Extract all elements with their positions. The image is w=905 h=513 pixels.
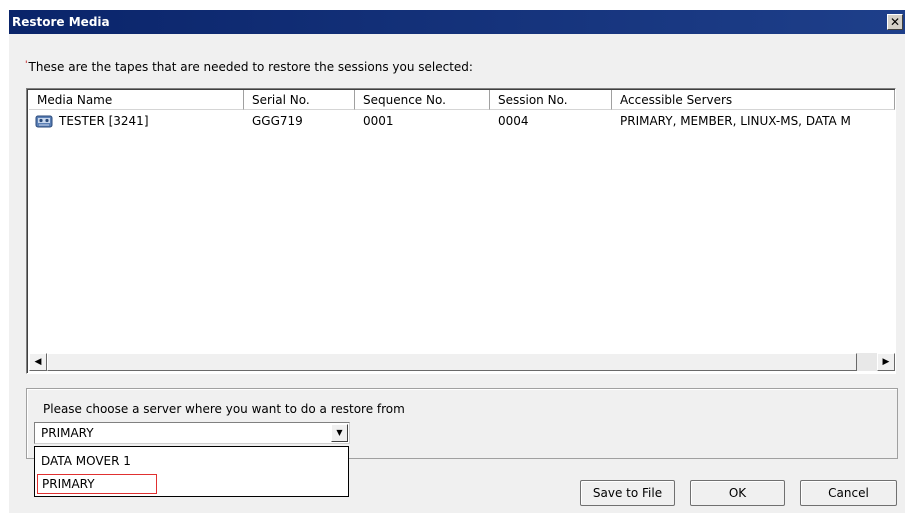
column-header-session-no[interactable]: Session No. — [490, 90, 612, 110]
chevron-down-icon[interactable]: ▼ — [331, 424, 348, 442]
scroll-right-icon[interactable]: ▶ — [877, 353, 895, 371]
intro-label: These are the tapes that are needed to r… — [28, 60, 473, 74]
table-row[interactable]: TESTER [3241] GGG719 0001 0004 PRIMARY, … — [29, 112, 895, 130]
server-group-label: Please choose a server where you want to… — [43, 402, 405, 416]
scroll-thumb[interactable] — [47, 353, 857, 371]
ok-button[interactable]: OK — [690, 480, 785, 506]
cancel-button[interactable]: Cancel — [800, 480, 897, 506]
save-to-file-label: Save to File — [592, 486, 663, 500]
media-list[interactable]: Media Name Serial No. Sequence No. Sessi… — [26, 88, 896, 374]
cancel-label: Cancel — [828, 486, 869, 500]
server-select[interactable]: PRIMARY ▼ — [34, 422, 350, 444]
top-strip — [0, 0, 905, 10]
horizontal-scrollbar[interactable]: ◀ ▶ — [29, 353, 895, 371]
column-header-accessible-servers[interactable]: Accessible Servers — [612, 90, 895, 110]
intro-text: 'These are the tapes that are needed to … — [25, 60, 473, 74]
server-dropdown-list[interactable]: DATA MOVER 1 PRIMARY — [34, 446, 349, 497]
scroll-left-icon[interactable]: ◀ — [29, 353, 47, 371]
ok-label: OK — [728, 486, 747, 500]
column-header-media-name[interactable]: Media Name — [29, 90, 244, 110]
column-header-sequence-no[interactable]: Sequence No. — [355, 90, 490, 110]
save-to-file-button[interactable]: Save to File — [580, 480, 675, 506]
list-header: Media Name Serial No. Sequence No. Sessi… — [29, 90, 895, 110]
column-header-serial-no[interactable]: Serial No. — [244, 90, 355, 110]
cell-sequence-no: 0001 — [363, 114, 394, 128]
cell-session-no: 0004 — [498, 114, 529, 128]
title-bar[interactable]: Restore Media ✕ — [9, 10, 905, 34]
cell-media-name: TESTER [3241] — [59, 114, 149, 128]
server-select-value: PRIMARY — [41, 426, 94, 440]
cell-accessible-servers: PRIMARY, MEMBER, LINUX-MS, DATA M — [620, 114, 851, 128]
server-option-data-mover-1[interactable]: DATA MOVER 1 — [37, 451, 131, 471]
cell-serial-no: GGG719 — [252, 114, 303, 128]
window-title: Restore Media — [12, 15, 110, 29]
server-option-primary[interactable]: PRIMARY — [37, 474, 157, 494]
close-icon[interactable]: ✕ — [887, 14, 903, 30]
